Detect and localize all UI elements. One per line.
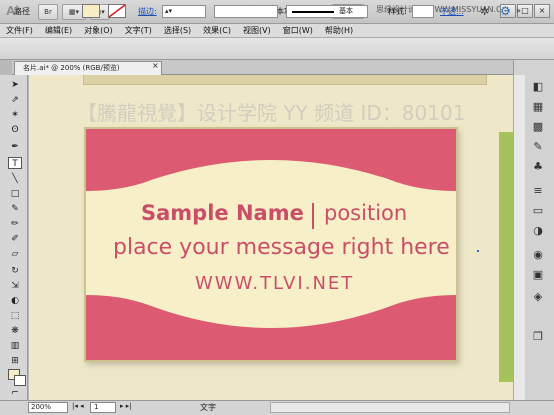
gradient-panel-icon[interactable]: ▭: [530, 204, 546, 218]
brush-definition-dropdown[interactable]: [214, 5, 278, 18]
menu-effect[interactable]: 效果(C): [197, 24, 237, 38]
vertical-scrollbar[interactable]: [513, 75, 525, 400]
mesh-tool-icon[interactable]: ⊞: [8, 355, 22, 367]
zoom-dropdown[interactable]: 200%: [28, 402, 68, 413]
artboard-nav-prev[interactable]: |◂ ◂: [72, 402, 84, 410]
menu-view[interactable]: 视图(V): [237, 24, 277, 38]
card-position-text[interactable]: position: [324, 201, 407, 225]
previous-artboard-edge: [83, 75, 487, 85]
stroke-link[interactable]: 描边:: [138, 6, 157, 17]
card-separator: [312, 203, 314, 229]
control-bar: [0, 38, 554, 60]
bridge-button[interactable]: Br: [38, 4, 58, 20]
stroke-profile-label: 基本: [339, 7, 353, 15]
status-text: 文字: [200, 403, 216, 412]
pencil-tool-icon[interactable]: ✏: [8, 218, 22, 230]
type-tool-icon[interactable]: T: [8, 157, 22, 169]
graphic-style-dropdown[interactable]: [412, 5, 434, 18]
stroke-color-box[interactable]: [14, 375, 26, 386]
selection-type-label: 路径: [14, 7, 30, 16]
warp-tool-icon[interactable]: ◐: [8, 295, 22, 307]
menu-edit[interactable]: 编辑(E): [39, 24, 78, 38]
document-setup-icon[interactable]: ✲: [480, 5, 489, 18]
card-message-text[interactable]: place your message right here: [113, 235, 450, 260]
symbol-sprayer-tool-icon[interactable]: ❋: [8, 325, 22, 337]
no-stroke-icon: [108, 4, 126, 18]
brushes-panel-icon[interactable]: ✎: [530, 140, 546, 154]
rotate-tool-icon[interactable]: ↻: [8, 265, 22, 277]
pen-tool-icon[interactable]: ✒: [8, 141, 22, 153]
anchor-point: [477, 250, 479, 252]
fill-color-swatch[interactable]: [82, 4, 100, 18]
canvas-watermark: 【騰龍視覺】设计学院 YY 频道 ID：80101: [77, 101, 466, 125]
eraser-tool-icon[interactable]: ▱: [8, 248, 22, 260]
appearance-panel-icon[interactable]: ◉: [530, 248, 546, 262]
paintbrush-tool-icon[interactable]: ✎: [8, 203, 22, 215]
stroke-profile-preview: [292, 11, 334, 13]
graphic-styles-panel-icon[interactable]: ▣: [530, 268, 546, 282]
menu-type[interactable]: 文字(T): [119, 24, 158, 38]
card-url-text[interactable]: WWW.TLVI.NET: [195, 273, 354, 294]
menu-help[interactable]: 帮助(H): [319, 24, 359, 38]
magic-wand-tool-icon[interactable]: ✶: [8, 109, 22, 121]
style-label: 样式:: [388, 7, 407, 16]
scale-tool-icon[interactable]: ⇲: [8, 280, 22, 292]
menu-object[interactable]: 对象(O): [78, 24, 119, 38]
menu-select[interactable]: 选择(S): [158, 24, 197, 38]
selection-tool-icon[interactable]: ➤: [8, 79, 22, 91]
tools-panel: ➤ ⇗ ✶ ʘ ✒ T ╲ □ ✎ ✏ ✐ ▱ ↻ ⇲ ◐ ⬚ ❋ ▥ ⊞ ▤ …: [0, 75, 28, 400]
artboards-panel-icon[interactable]: ❐: [530, 330, 546, 344]
free-transform-tool-icon[interactable]: ⬚: [8, 310, 22, 322]
adjacent-artboard-accent: [499, 132, 513, 382]
swatches-panel-icon[interactable]: ▩: [530, 120, 546, 134]
color-guide-icon[interactable]: ▦: [530, 100, 546, 114]
blob-brush-tool-icon[interactable]: ✐: [8, 233, 22, 245]
horizontal-scrollbar[interactable]: [270, 402, 510, 413]
artboard-nav-next[interactable]: ▸ ▸|: [120, 402, 132, 410]
menu-bar: 文件(F) 编辑(E) 对象(O) 文字(T) 选择(S) 效果(C) 视图(V) 窗口(W)…: [0, 24, 554, 38]
opacity-link[interactable]: 不透...: [440, 6, 464, 17]
stroke-weight-dropdown[interactable]: ▴▾: [162, 5, 206, 18]
direct-selection-tool-icon[interactable]: ⇗: [8, 94, 22, 106]
tab-close-button[interactable]: ×: [152, 61, 159, 70]
graph-tool-icon[interactable]: ▥: [8, 340, 22, 352]
artboard-canvas[interactable]: 【騰龍視覺】设计学院 YY 频道 ID：80101 Sample Name po…: [29, 75, 513, 400]
menu-file[interactable]: 文件(F): [0, 24, 39, 38]
rectangle-tool-icon[interactable]: □: [8, 188, 22, 200]
lasso-tool-icon[interactable]: ʘ: [8, 124, 22, 136]
symbols-panel-icon[interactable]: ♣: [530, 160, 546, 174]
layers-panel-icon[interactable]: ◈: [530, 290, 546, 304]
stroke-panel-icon[interactable]: ≡: [530, 184, 546, 198]
artboard-number-dropdown[interactable]: 1: [90, 402, 116, 413]
menu-window[interactable]: 窗口(W): [277, 24, 319, 38]
control-bar-overflow-button[interactable]: »: [516, 6, 521, 15]
card-name-text[interactable]: Sample Name: [141, 201, 304, 225]
line-tool-icon[interactable]: ╲: [8, 173, 22, 185]
arrange-icon[interactable]: ⚙: [500, 4, 511, 18]
transparency-panel-icon[interactable]: ◑: [530, 224, 546, 238]
document-tab[interactable]: 名片.ai* @ 200% (RGB/预览): [14, 61, 162, 75]
color-panel-icon[interactable]: ◧: [530, 80, 546, 94]
eyedropper-tool-icon[interactable]: ⌐: [8, 387, 22, 399]
close-button[interactable]: ×: [534, 4, 550, 18]
